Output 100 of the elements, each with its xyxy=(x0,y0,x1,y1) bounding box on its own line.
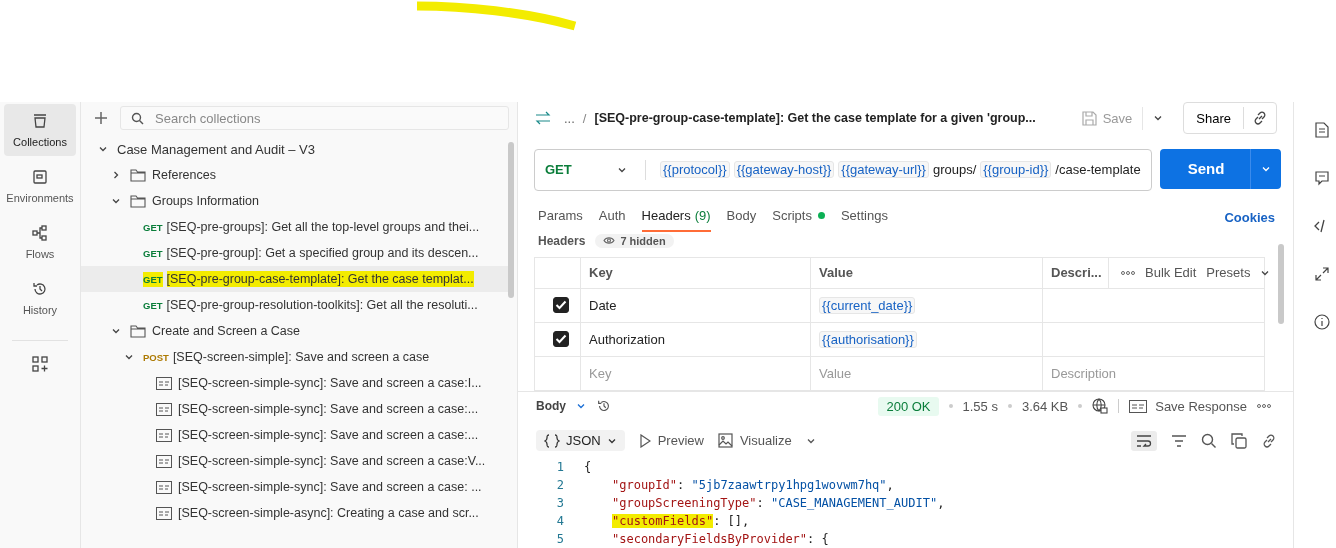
tree-item[interactable]: [SEQ-screen-simple-sync]: Save and screen a case:V... xyxy=(178,453,486,469)
search-icon xyxy=(131,112,144,125)
link-icon[interactable] xyxy=(1261,432,1277,449)
tree-item[interactable]: References xyxy=(152,167,216,183)
example-icon xyxy=(156,506,172,520)
rail-tab[interactable]: Collections xyxy=(4,104,76,156)
copy-icon[interactable] xyxy=(1231,432,1247,449)
expand-icon[interactable] xyxy=(1314,266,1330,282)
filter-icon[interactable] xyxy=(1171,433,1187,448)
url-field[interactable]: GET {{protocol}} {{gateway-host}} {{gateway-url}} groups/ {{group-id}} /case-template xyxy=(534,148,1152,191)
url-text: groups/ xyxy=(932,162,977,178)
tree-item[interactable]: [SEQ-pre-group]: Get a specified group and its descen... xyxy=(166,245,479,261)
tree-item[interactable]: Create and Screen a Case xyxy=(152,323,300,339)
globe-icon[interactable] xyxy=(1092,398,1109,415)
scrollbar-thumb[interactable] xyxy=(508,142,514,298)
chevron-down-icon[interactable] xyxy=(111,196,121,206)
code-line: "groupScreeningType": "CASE_MANAGEMENT_AUDIT", xyxy=(611,496,945,510)
braces-icon xyxy=(544,433,560,448)
tree-item[interactable]: Case Management and Audit – V3 xyxy=(117,140,316,158)
tree-item[interactable]: [SEQ-screen-simple-sync]: Save and screen a case:... xyxy=(178,427,479,443)
tree-item[interactable]: [SEQ-pre-group-case-template]: Get the case templat... xyxy=(166,271,474,287)
tree-item[interactable]: [SEQ-screen-simple]: Save and screen a case xyxy=(172,349,430,365)
url-text: /case-template xyxy=(1055,162,1141,178)
method-label: GET xyxy=(143,246,163,261)
example-icon xyxy=(156,454,172,468)
column-header: Value xyxy=(819,265,853,280)
chevron-down-icon[interactable] xyxy=(111,326,121,336)
checkbox[interactable] xyxy=(552,297,569,313)
tree-item[interactable]: [SEQ-screen-simple-sync]: Save and screen a case:I... xyxy=(178,375,482,391)
more-icon[interactable] xyxy=(1257,403,1271,410)
hidden-headers-toggle[interactable]: 7 hidden xyxy=(595,233,674,248)
tree-item[interactable]: Groups Information xyxy=(152,193,259,209)
response-section-dropdown[interactable]: Body xyxy=(536,399,566,414)
variable-chip: {{protocol}} xyxy=(660,161,730,179)
tree-item[interactable]: [SEQ-screen-simple-sync]: Save and screen a case:... xyxy=(178,401,479,417)
link-icon[interactable] xyxy=(1252,110,1268,127)
example-icon xyxy=(156,428,172,442)
table-cell: Date xyxy=(589,297,617,313)
variable-chip: {{group-id}} xyxy=(980,161,1052,179)
breadcrumb-link[interactable]: ... xyxy=(564,110,575,126)
add-icon[interactable] xyxy=(94,111,108,125)
search-field[interactable]: Search collections xyxy=(120,106,509,130)
bulk-edit-button[interactable]: Bulk Edit xyxy=(1145,265,1197,280)
tree-item[interactable]: [SEQ-screen-simple-async]: Creating a case and scr... xyxy=(178,505,479,521)
tree-item[interactable]: [SEQ-pre-group-resolution-toolkits]: Get all the resoluti... xyxy=(166,297,478,313)
visualize-button[interactable]: Visualize xyxy=(717,433,792,449)
request-title: [SEQ-pre-group-case-template]: Get the case template for a given 'group... xyxy=(594,111,1036,126)
column-header: Key xyxy=(589,265,613,280)
rail-tab[interactable]: History xyxy=(4,272,76,324)
bucket-icon xyxy=(31,112,49,130)
method-label: GET xyxy=(143,220,163,235)
line-number: 1 xyxy=(555,460,564,474)
flow-icon xyxy=(31,224,49,242)
line-number: 2 xyxy=(555,478,564,492)
variable-chip: {{gateway-host}} xyxy=(733,161,835,179)
comment-icon[interactable] xyxy=(1314,170,1330,186)
wrap-icon xyxy=(1136,433,1152,448)
example-icon xyxy=(1129,400,1148,413)
preview-button[interactable]: Preview xyxy=(638,433,704,449)
example-icon xyxy=(156,480,172,494)
chevron-down-icon[interactable] xyxy=(124,352,134,362)
cookies-link[interactable]: Cookies xyxy=(1224,210,1275,226)
request-tab[interactable]: Auth xyxy=(598,203,626,232)
selected-row[interactable]: GET [SEQ-pre-group-case-template]: Get the case templat... xyxy=(81,266,509,292)
wrap-lines-button[interactable] xyxy=(1131,430,1157,451)
request-tab[interactable]: Headers (9) xyxy=(641,203,711,232)
presets-dropdown[interactable]: Presets xyxy=(1206,265,1251,280)
image-icon xyxy=(717,433,733,449)
variable-chip: {{authorisation}} xyxy=(819,330,917,348)
tree-item[interactable]: [SEQ-pre-groups]: Get all the top-level groups and thei... xyxy=(166,219,480,235)
code-line: { xyxy=(584,460,592,474)
section-label: Headers xyxy=(538,233,586,248)
breadcrumb-separator: / xyxy=(582,110,587,126)
scrollbar-thumb[interactable] xyxy=(1278,243,1284,324)
line-number: 5 xyxy=(555,532,564,546)
line-number: 4 xyxy=(555,514,564,528)
save-response-button[interactable]: Save Response xyxy=(1129,399,1247,414)
code-line: "customFields": [], xyxy=(611,514,750,528)
request-tab[interactable]: Scripts xyxy=(772,203,825,232)
chevron-right-icon[interactable] xyxy=(111,170,121,180)
request-tab[interactable]: Settings xyxy=(840,203,888,232)
request-tab[interactable]: Params xyxy=(538,203,583,232)
variable-chip: {{current_date}} xyxy=(819,296,916,314)
variable-chip: {{gateway-url}} xyxy=(838,161,929,179)
chevron-down-icon[interactable] xyxy=(98,144,108,154)
info-icon[interactable] xyxy=(1314,314,1330,330)
rail-tab[interactable]: Environments xyxy=(4,160,76,212)
method-select[interactable]: GET xyxy=(545,162,613,178)
request-tab[interactable]: Body xyxy=(726,203,757,232)
add-apps-icon[interactable] xyxy=(31,355,49,373)
example-icon xyxy=(156,376,172,390)
search-icon[interactable] xyxy=(1201,432,1217,449)
method-label: GET xyxy=(143,271,163,287)
document-icon[interactable] xyxy=(1314,122,1330,138)
checkbox[interactable] xyxy=(552,331,569,347)
more-icon[interactable] xyxy=(1121,269,1135,276)
rail-tab[interactable]: Flows xyxy=(4,216,76,268)
tree-item[interactable]: [SEQ-screen-simple-sync]: Save and screen a case: ... xyxy=(178,479,482,495)
environment-icon xyxy=(31,168,49,186)
format-dropdown[interactable]: JSON xyxy=(536,430,625,452)
